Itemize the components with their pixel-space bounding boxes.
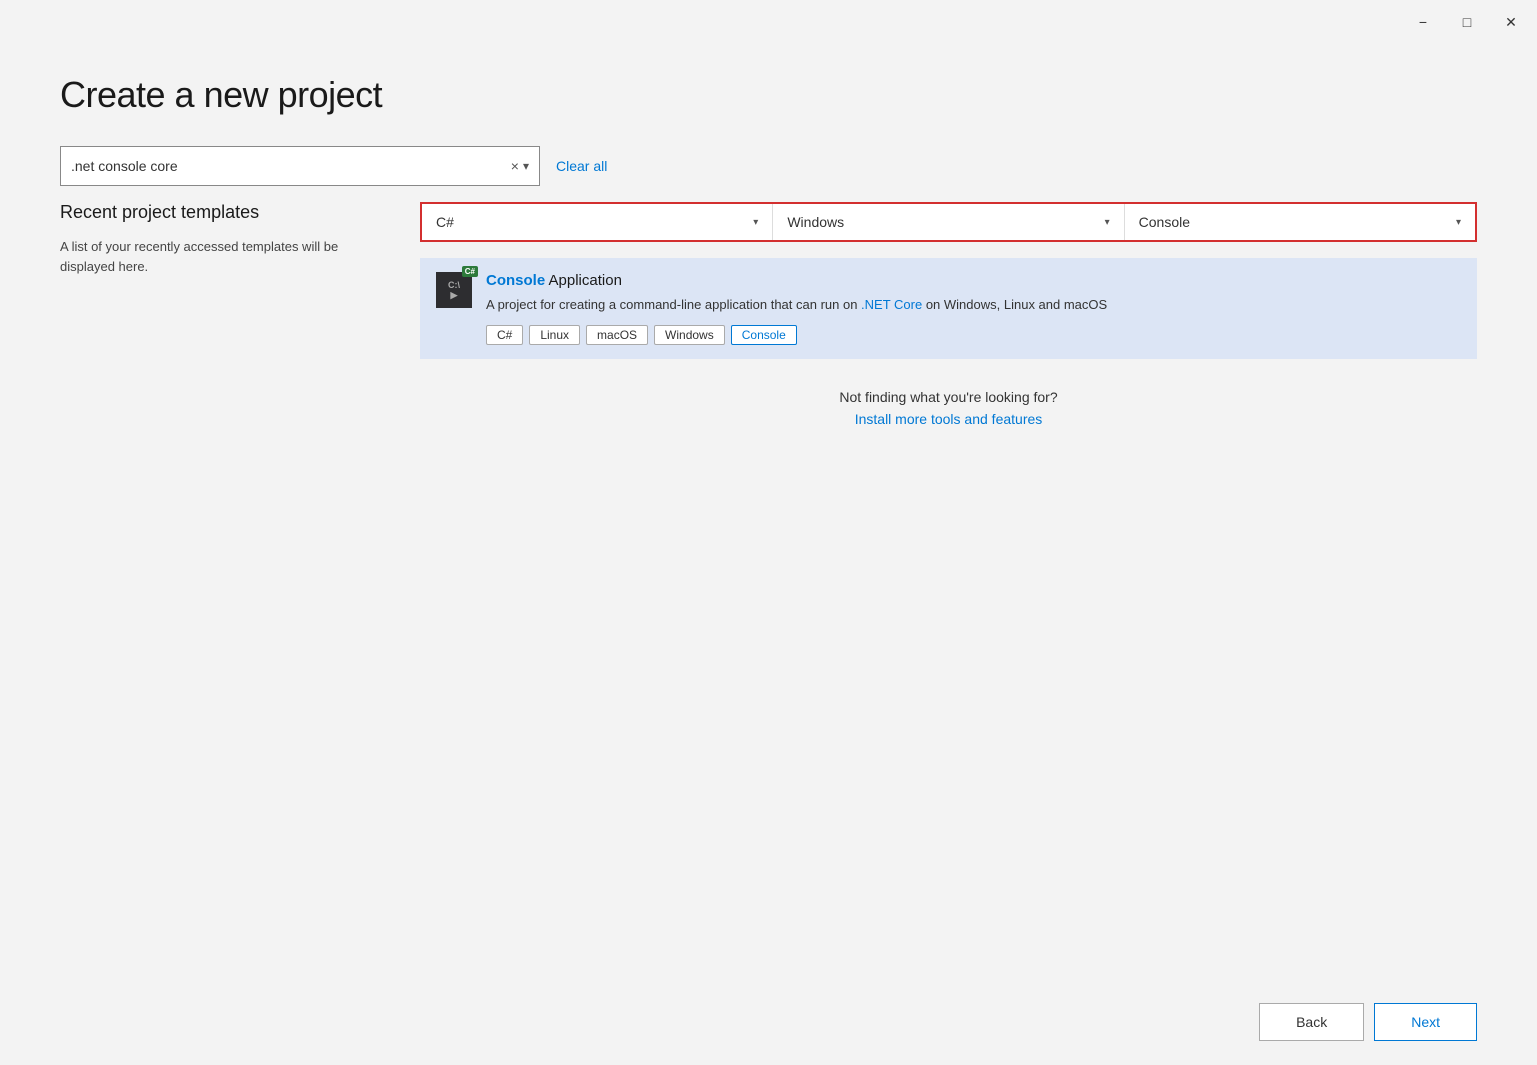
title-bar: − □ ✕ bbox=[0, 0, 1537, 44]
install-tools-link[interactable]: Install more tools and features bbox=[855, 411, 1043, 427]
window: − □ ✕ Create a new project × ▾ Clear all… bbox=[0, 0, 1537, 1065]
tag-macos: macOS bbox=[586, 325, 648, 345]
dotnet-highlight: .NET Core bbox=[861, 297, 922, 312]
search-input[interactable] bbox=[71, 158, 511, 174]
template-list: C:\ ▶ C# Console Application A project bbox=[420, 258, 1477, 359]
template-description: A project for creating a command-line ap… bbox=[486, 295, 1461, 315]
close-button[interactable]: ✕ bbox=[1497, 8, 1525, 36]
page-title: Create a new project bbox=[60, 74, 1477, 116]
not-finding-text: Not finding what you're looking for? bbox=[420, 389, 1477, 405]
project-type-filter-label: Console bbox=[1139, 214, 1190, 230]
search-row: × ▾ Clear all bbox=[60, 146, 1477, 186]
csharp-badge: C# bbox=[462, 266, 478, 277]
template-name: Console Application bbox=[486, 272, 1461, 289]
sidebar-description: A list of your recently accessed templat… bbox=[60, 237, 380, 276]
right-panel: C# ▾ Windows ▾ Console ▾ bbox=[420, 202, 1477, 967]
project-type-filter-dropdown[interactable]: Console ▾ bbox=[1125, 204, 1475, 240]
tag-linux: Linux bbox=[529, 325, 580, 345]
content-area: Create a new project × ▾ Clear all Recen… bbox=[0, 44, 1537, 987]
template-icon: C:\ ▶ C# bbox=[436, 272, 472, 308]
back-button[interactable]: Back bbox=[1259, 1003, 1364, 1041]
language-filter-label: C# bbox=[436, 214, 454, 230]
maximize-button[interactable]: □ bbox=[1453, 8, 1481, 36]
next-button[interactable]: Next bbox=[1374, 1003, 1477, 1041]
template-name-highlight: Console bbox=[486, 272, 545, 289]
template-tags: C# Linux macOS Windows Console bbox=[486, 325, 1461, 345]
platform-filter-dropdown[interactable]: Windows ▾ bbox=[773, 204, 1124, 240]
platform-filter-arrow: ▾ bbox=[1105, 217, 1110, 228]
tag-csharp: C# bbox=[486, 325, 523, 345]
tag-console: Console bbox=[731, 325, 797, 345]
not-finding-section: Not finding what you're looking for? Ins… bbox=[420, 389, 1477, 429]
platform-filter-label: Windows bbox=[787, 214, 844, 230]
template-name-suffix: Application bbox=[545, 272, 622, 289]
language-filter-arrow: ▾ bbox=[753, 217, 758, 228]
template-info: Console Application A project for creati… bbox=[486, 272, 1461, 345]
search-clear-button[interactable]: × bbox=[511, 158, 519, 174]
bottom-bar: Back Next bbox=[0, 987, 1537, 1065]
filter-row: C# ▾ Windows ▾ Console ▾ bbox=[420, 202, 1477, 242]
main-layout: Recent project templates A list of your … bbox=[60, 202, 1477, 967]
clear-all-button[interactable]: Clear all bbox=[556, 158, 607, 174]
sidebar: Recent project templates A list of your … bbox=[60, 202, 380, 967]
search-dropdown-button[interactable]: ▾ bbox=[523, 159, 529, 173]
search-container: × ▾ bbox=[60, 146, 540, 186]
tag-windows: Windows bbox=[654, 325, 725, 345]
language-filter-dropdown[interactable]: C# ▾ bbox=[422, 204, 773, 240]
sidebar-title: Recent project templates bbox=[60, 202, 380, 223]
template-item[interactable]: C:\ ▶ C# Console Application A project bbox=[420, 258, 1477, 359]
minimize-button[interactable]: − bbox=[1409, 8, 1437, 36]
project-type-filter-arrow: ▾ bbox=[1456, 217, 1461, 228]
